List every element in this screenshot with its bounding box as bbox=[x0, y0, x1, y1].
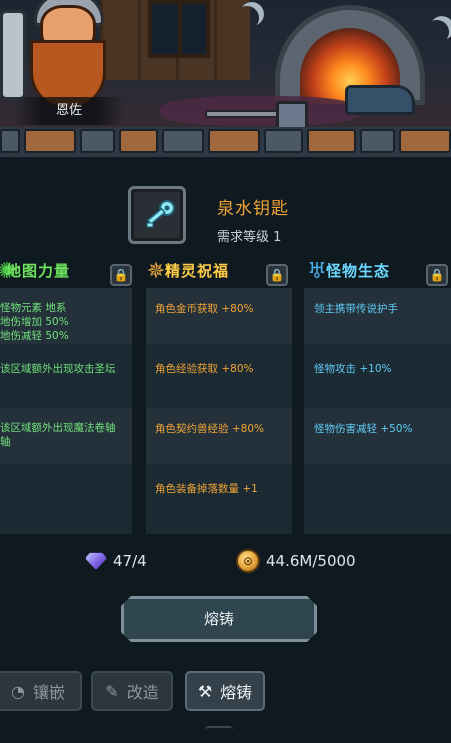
npc-name-label: 恩佐 bbox=[14, 97, 124, 125]
tab-label: 熔铸 bbox=[220, 683, 253, 702]
item-level-requirement: 需求等级 1 bbox=[217, 230, 282, 245]
crystal-resource: 47/4 bbox=[85, 549, 147, 573]
brick-ledge bbox=[0, 127, 451, 157]
effect-text: 角色装备掉落数量 +1 bbox=[155, 483, 258, 495]
column-title-map-power: 地图力量 bbox=[6, 262, 71, 280]
spirit-blessing-panel bbox=[146, 288, 292, 534]
effect-text: 角色金币获取 +80% bbox=[155, 303, 254, 315]
effect-text: 地伤增加 50% bbox=[0, 316, 69, 328]
tab-label: 镶嵌 bbox=[32, 683, 65, 702]
effect-text: 怪物攻击 +10% bbox=[314, 363, 392, 375]
cast-icon: ⚒ bbox=[197, 681, 213, 701]
gold-amount: 44.6M/5000 bbox=[266, 552, 356, 570]
item-slot[interactable] bbox=[128, 186, 186, 244]
reforge-icon: ✎ bbox=[105, 681, 119, 701]
tab-label: 改造 bbox=[126, 683, 159, 702]
effect-text: 该区域额外出现魔法卷轴 bbox=[0, 422, 116, 434]
gold-coin-icon: ⊙ bbox=[236, 549, 260, 573]
effect-text: 地伤减轻 50% bbox=[0, 330, 69, 342]
lock-icon[interactable]: 🔒 bbox=[110, 264, 132, 286]
lock-icon[interactable]: 🔒 bbox=[426, 264, 448, 286]
effect-text: 怪物元素 地系 bbox=[0, 302, 67, 314]
window bbox=[148, 0, 210, 58]
effect-text: 领主携带传说护手 bbox=[314, 303, 398, 315]
npc-dwarf-portrait[interactable] bbox=[0, 0, 130, 110]
inlay-icon: ◔ bbox=[11, 681, 25, 701]
tab-inlay[interactable]: ◔ 镶嵌 bbox=[0, 671, 82, 711]
axe bbox=[0, 10, 26, 100]
effect-text: 角色契约兽经验 +80% bbox=[155, 423, 264, 435]
tab-cast[interactable]: ⚒ 熔铸 bbox=[185, 671, 265, 711]
crystal-amount: 47/4 bbox=[113, 552, 147, 570]
lock-icon[interactable]: 🔒 bbox=[266, 264, 288, 286]
forge-scene: 恩佐 bbox=[0, 0, 451, 140]
anvil bbox=[345, 85, 415, 115]
effect-text: 角色经验获取 +80% bbox=[155, 363, 254, 375]
effect-text: 轴 bbox=[0, 436, 11, 448]
monster-ecology-panel bbox=[304, 288, 451, 534]
key-icon bbox=[146, 200, 175, 228]
moon-decoration bbox=[422, 17, 451, 48]
effect-text: 怪物伤害减轻 +50% bbox=[314, 423, 413, 435]
crystal-icon bbox=[85, 552, 107, 570]
hammer bbox=[205, 101, 308, 133]
scroll-indicator bbox=[205, 726, 233, 734]
column-title-spirit-blessing: 精灵祝福 bbox=[165, 262, 230, 280]
cast-button[interactable]: 熔铸 bbox=[121, 596, 317, 642]
item-name: 泉水钥匙 bbox=[217, 199, 289, 219]
gold-resource: ⊙ 44.6M/5000 bbox=[236, 549, 356, 573]
tab-reforge[interactable]: ✎ 改造 bbox=[91, 671, 173, 711]
effect-text: 该区域额外出现攻击圣坛 bbox=[0, 363, 116, 375]
column-title-monster-ecology: 怪物生态 bbox=[326, 262, 391, 280]
